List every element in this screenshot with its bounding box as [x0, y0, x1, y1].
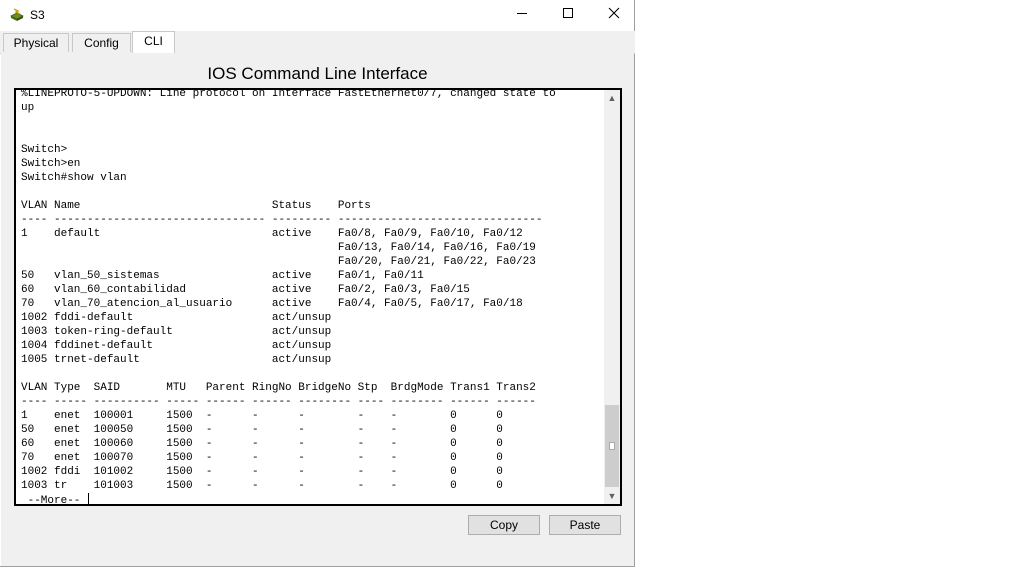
tab-physical[interactable]: Physical [3, 33, 69, 52]
console-line: up [21, 102, 35, 114]
console-line: 70 vlan_70_atencion_al_usuario active Fa… [21, 298, 523, 310]
console-line: Fa0/13, Fa0/14, Fa0/16, Fa0/19 [21, 242, 536, 254]
text-cursor [88, 493, 90, 504]
console-line: 1003 tr 101003 1500 - - - - - 0 0 [21, 480, 503, 492]
console-line: 1 enet 100001 1500 - - - - - 0 0 [21, 410, 503, 422]
cli-console[interactable]: %LINEPROTO-5-UPDOWN: Line protocol on In… [14, 88, 622, 506]
console-line: %LINEPROTO-5-UPDOWN: Line protocol on In… [21, 88, 556, 100]
tab-config[interactable]: Config [72, 33, 131, 52]
close-icon [608, 6, 620, 24]
console-line: Switch>en [21, 158, 81, 170]
switch-icon [9, 7, 25, 23]
copy-button[interactable]: Copy [468, 515, 540, 535]
maximize-icon [562, 6, 574, 24]
close-button[interactable] [591, 0, 637, 30]
console-line: 1005 trnet-default act/unsup [21, 354, 332, 366]
title-bar[interactable]: S3 [0, 0, 635, 30]
console-line: 1003 token-ring-default act/unsup [21, 326, 332, 338]
scroll-grip-icon [609, 442, 615, 450]
tab-bar: Physical Config CLI [0, 31, 635, 54]
console-line: 70 enet 100070 1500 - - - - - 0 0 [21, 452, 503, 464]
console-line: VLAN Name Status Ports [21, 200, 371, 212]
device-window: S3 Physical Config CLI IOS Command Line … [0, 0, 635, 567]
console-output[interactable]: %LINEPROTO-5-UPDOWN: Line protocol on In… [21, 88, 601, 506]
scroll-down-icon[interactable]: ▼ [604, 488, 620, 504]
console-line: 50 enet 100050 1500 - - - - - 0 0 [21, 424, 503, 436]
console-line: 1 default active Fa0/8, Fa0/9, Fa0/10, F… [21, 228, 523, 240]
console-line: 60 vlan_60_contabilidad active Fa0/2, Fa… [21, 284, 470, 296]
maximize-button[interactable] [545, 0, 591, 30]
more-prompt: --More-- [21, 495, 88, 506]
tab-cli[interactable]: CLI [132, 31, 175, 54]
console-line: Fa0/20, Fa0/21, Fa0/22, Fa0/23 [21, 256, 536, 268]
scroll-up-icon[interactable]: ▲ [604, 90, 620, 106]
minimize-button[interactable] [499, 0, 545, 30]
cli-panel: IOS Command Line Interface %LINEPROTO-5-… [1, 53, 634, 566]
console-line: Switch#show vlan [21, 172, 127, 184]
console-line: 60 enet 100060 1500 - - - - - 0 0 [21, 438, 503, 450]
window-title: S3 [30, 8, 45, 22]
console-line: 1002 fddi-default act/unsup [21, 312, 332, 324]
console-line: 1002 fddi 101002 1500 - - - - - 0 0 [21, 466, 503, 478]
console-scrollbar[interactable]: ▲ ▼ [604, 90, 620, 504]
minimize-icon [516, 6, 528, 24]
scroll-thumb[interactable] [605, 405, 619, 487]
paste-button[interactable]: Paste [549, 515, 621, 535]
console-line: VLAN Type SAID MTU Parent RingNo BridgeN… [21, 382, 536, 394]
cli-heading: IOS Command Line Interface [207, 64, 428, 83]
console-line: 1004 fddinet-default act/unsup [21, 340, 332, 352]
console-line: Switch> [21, 144, 68, 156]
console-line: ---- -------------------------------- --… [21, 214, 543, 226]
console-line: ---- ----- ---------- ----- ------ -----… [21, 396, 536, 408]
console-line: 50 vlan_50_sistemas active Fa0/1, Fa0/11 [21, 270, 424, 282]
